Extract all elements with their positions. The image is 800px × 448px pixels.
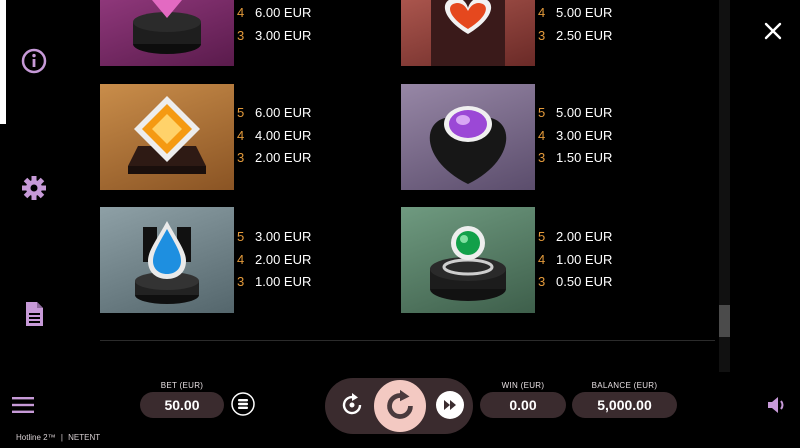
symbol-emerald-ring (401, 207, 535, 313)
sound-speaker-icon[interactable] (766, 395, 788, 415)
pay-count: 3 (538, 27, 546, 43)
pay-value: 2.00 EUR (556, 229, 613, 244)
emerald-ring-icon (430, 226, 506, 301)
balance-label: BALANCE (EUR) (591, 381, 658, 390)
turbo-fast-forward-icon[interactable] (436, 391, 464, 419)
pays-ruby-heart-necklace: 4 5.00 EUR 3 2.50 EUR (538, 2, 612, 47)
pay-count: 4 (538, 251, 546, 267)
pay-value: 2.00 EUR (255, 251, 312, 267)
scrollbar-thumb[interactable] (719, 305, 730, 337)
pay-count: 5 (237, 105, 245, 120)
pays-orange-gem: 5 6.00 EUR 4 4.00 EUR 3 2.00 EUR (237, 102, 311, 170)
settings-gear-icon[interactable] (20, 174, 48, 202)
symbol-orange-gem (100, 84, 234, 190)
pay-count: 5 (538, 105, 546, 120)
symbol-sapphire-pendant (100, 207, 234, 313)
pay-value: 5.00 EUR (556, 105, 613, 120)
pay-count: 4 (237, 127, 245, 143)
pay-count: 3 (237, 274, 245, 289)
pay-value: 6.00 EUR (255, 5, 312, 20)
paytable-divider (100, 340, 715, 341)
symbol-ruby-heart-necklace (401, 0, 535, 66)
pay-value: 3.00 EUR (556, 127, 613, 143)
amethyst-heart-icon (429, 106, 507, 184)
provider-name: NETENT (68, 433, 101, 442)
coin-stack-icon[interactable] (231, 392, 255, 416)
pay-count: 5 (237, 229, 245, 244)
win-label: WIN (EUR) (501, 381, 545, 390)
pay-count: 3 (538, 150, 546, 165)
spin-arrow-icon (387, 389, 413, 419)
pays-pink-diamond: 4 6.00 EUR 3 3.00 EUR (237, 2, 311, 47)
pay-value: 1.00 EUR (556, 251, 613, 267)
pay-value: 1.50 EUR (556, 150, 613, 165)
pay-value: 3.00 EUR (255, 229, 312, 244)
pay-count: 5 (538, 229, 546, 244)
pay-value: 5.00 EUR (556, 5, 613, 20)
pay-value: 2.00 EUR (255, 150, 312, 165)
pay-count: 4 (237, 5, 245, 20)
pink-diamond-icon (133, 0, 201, 54)
symbol-amethyst-heart (401, 84, 535, 190)
pay-count: 3 (538, 274, 546, 289)
symbol-pink-diamond (100, 0, 234, 66)
ruby-heart-necklace-icon (431, 0, 505, 66)
pay-value: 3.00 EUR (255, 27, 312, 43)
pay-count: 4 (538, 5, 546, 20)
left-edge-strip (0, 0, 6, 124)
bet-value[interactable]: 50.00 (140, 392, 224, 418)
info-icon[interactable] (20, 47, 48, 75)
pay-value: 1.00 EUR (255, 274, 312, 289)
paytable-document-icon[interactable] (20, 300, 48, 328)
footer-branding: Hotline 2™ | NETENT (16, 433, 100, 442)
bet-label: BET (EUR) (160, 381, 204, 390)
game-title: Hotline 2™ (16, 433, 56, 442)
pay-value: 0.50 EUR (556, 274, 613, 289)
pay-count: 3 (237, 150, 245, 165)
autoplay-icon[interactable] (338, 391, 366, 419)
footer-separator: | (60, 433, 63, 442)
pays-amethyst-heart: 5 5.00 EUR 4 3.00 EUR 3 1.50 EUR (538, 102, 612, 170)
pays-emerald-ring: 5 2.00 EUR 4 1.00 EUR 3 0.50 EUR (538, 226, 612, 294)
balance-value: 5,000.00 (572, 392, 677, 418)
pay-count: 3 (237, 27, 245, 43)
pay-count: 4 (538, 127, 546, 143)
pay-value: 2.50 EUR (556, 27, 613, 43)
pay-count: 4 (237, 251, 245, 267)
pay-value: 4.00 EUR (255, 127, 312, 143)
sapphire-pendant-icon (135, 221, 199, 304)
close-icon[interactable] (762, 20, 784, 42)
spin-button[interactable] (372, 378, 428, 434)
pays-sapphire-pendant: 5 3.00 EUR 4 2.00 EUR 3 1.00 EUR (237, 226, 311, 294)
win-value: 0.00 (480, 392, 566, 418)
orange-gem-icon (128, 96, 206, 174)
menu-hamburger-icon[interactable] (12, 397, 34, 413)
pay-value: 6.00 EUR (255, 105, 312, 120)
